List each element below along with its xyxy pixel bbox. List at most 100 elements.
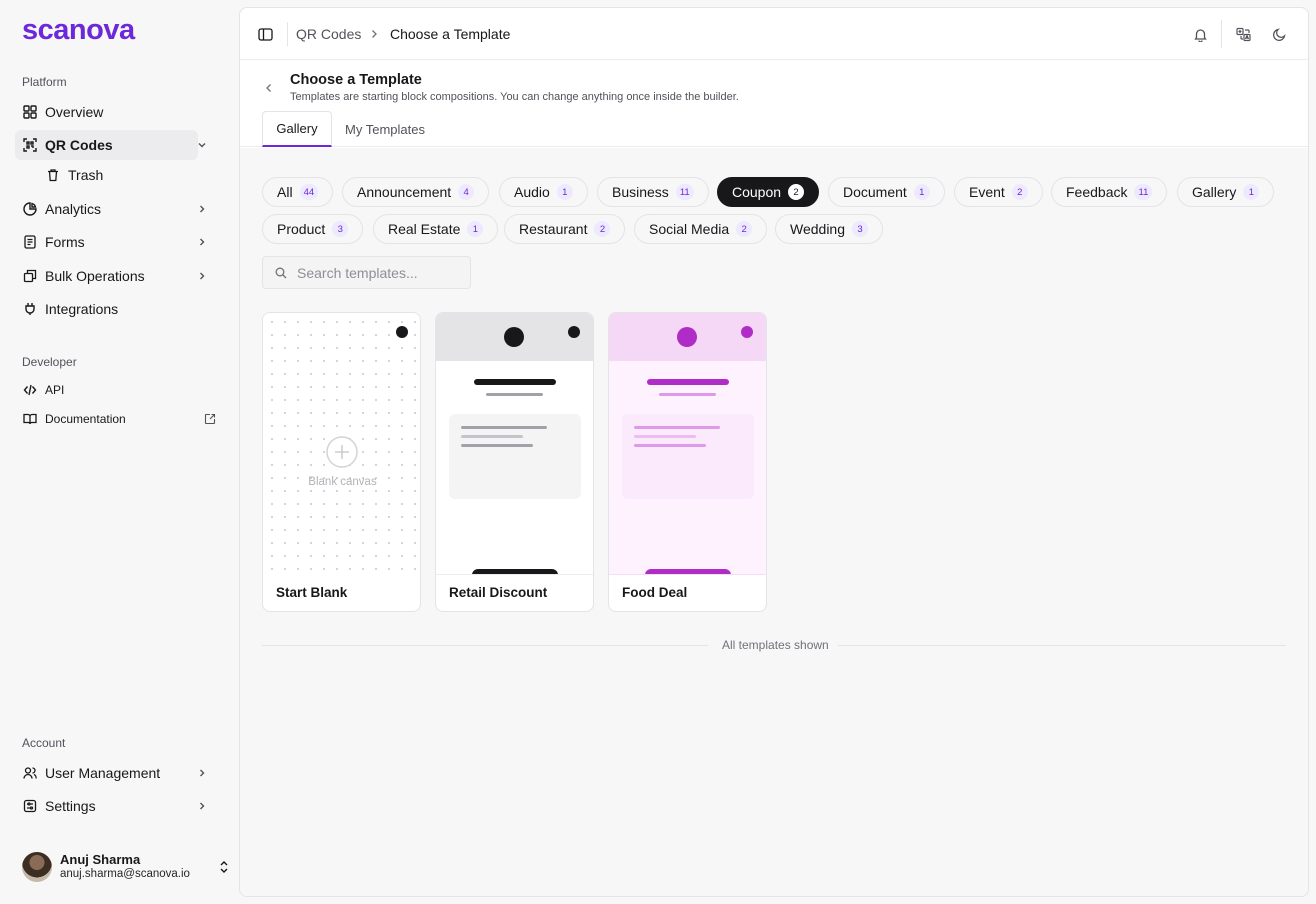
- template-name: Start Blank: [276, 585, 348, 600]
- count-badge: 2: [788, 184, 805, 200]
- search-icon: [275, 267, 287, 278]
- sidebar-item-overview[interactable]: Overview: [15, 97, 198, 127]
- filter-chip-restaurant[interactable]: Restaurant 2: [504, 214, 626, 244]
- filter-chip-feedback[interactable]: Feedback 11: [1051, 177, 1168, 207]
- template-card-start-blank[interactable]: Blank canvas Start Blank: [262, 312, 421, 612]
- bell-icon[interactable]: [1193, 27, 1208, 42]
- sidebar-item-qr-codes[interactable]: QR Codes: [15, 130, 206, 160]
- sidebar-item-label: Settings: [45, 798, 96, 814]
- sidebar-toggle-icon[interactable]: [258, 27, 273, 42]
- boxes-icon: [23, 269, 37, 283]
- user-email: anuj.sharma@scanova.io: [60, 868, 190, 880]
- count-badge: 11: [675, 184, 694, 200]
- form-icon: [23, 235, 37, 249]
- page-subtitle: Templates are starting block composition…: [290, 91, 739, 103]
- sidebar-item-label: Documentation: [45, 412, 126, 426]
- count-badge: 2: [736, 221, 753, 237]
- sidebar-item-label: QR Codes: [45, 137, 113, 153]
- search-field[interactable]: [262, 256, 471, 289]
- chevrons-up-down-icon[interactable]: [218, 860, 230, 874]
- divider: [1221, 20, 1222, 48]
- count-badge: 1: [1243, 184, 1260, 200]
- sidebar-item-settings[interactable]: Settings: [15, 791, 205, 821]
- divider: [838, 645, 1286, 646]
- sidebar-item-forms[interactable]: Forms: [15, 227, 205, 257]
- back-icon[interactable]: [262, 81, 276, 95]
- template-name: Food Deal: [622, 585, 688, 600]
- count-badge: 11: [1134, 184, 1153, 200]
- page-title: Choose a Template: [290, 72, 422, 88]
- breadcrumb-link[interactable]: QR Codes: [296, 26, 361, 42]
- filter-chip-product[interactable]: Product 3: [262, 214, 364, 244]
- tab-gallery[interactable]: Gallery: [262, 111, 332, 147]
- tab-my-templates[interactable]: My Templates: [336, 111, 434, 147]
- developer-section-label: Developer: [22, 355, 77, 369]
- count-badge: 44: [299, 184, 319, 200]
- sidebar-item-documentation[interactable]: Documentation: [15, 406, 216, 432]
- breadcrumb-current: Choose a Template: [390, 26, 511, 42]
- color-dot: [396, 326, 408, 338]
- chart-icon: [23, 202, 37, 216]
- template-preview: [436, 313, 593, 575]
- sidebar-item-api[interactable]: API: [15, 377, 198, 403]
- sidebar-item-user-management[interactable]: User Management: [15, 758, 205, 788]
- sidebar-item-bulk-operations[interactable]: Bulk Operations: [15, 261, 205, 291]
- search-input[interactable]: [297, 264, 457, 281]
- main-panel: QR Codes Choose a Template Choose a Temp…: [239, 7, 1309, 897]
- template-preview: [609, 313, 766, 575]
- count-badge: 1: [556, 184, 573, 200]
- chevron-right-icon[interactable]: [196, 800, 208, 812]
- template-preview: Blank canvas: [263, 313, 420, 575]
- filter-chip-document[interactable]: Document 1: [828, 177, 945, 207]
- sidebar-item-trash[interactable]: Trash: [38, 160, 198, 190]
- chevron-right-icon[interactable]: [196, 767, 208, 779]
- filter-chip-all[interactable]: All 44: [262, 177, 334, 207]
- filter-chip-announcement[interactable]: Announcement 4: [342, 177, 490, 207]
- filter-chip-real-estate[interactable]: Real Estate 1: [373, 214, 499, 244]
- template-card-retail-discount[interactable]: Retail Discount: [435, 312, 594, 612]
- account-section-label: Account: [22, 736, 66, 750]
- scanova-logo[interactable]: scanova: [22, 17, 162, 43]
- filter-chip-coupon[interactable]: Coupon 2: [717, 177, 820, 207]
- chevron-down-icon[interactable]: [196, 139, 208, 151]
- count-badge: 4: [458, 184, 475, 200]
- user-menu[interactable]: Anuj Sharma anuj.sharma@scanova.io: [22, 851, 228, 883]
- end-of-list-text: All templates shown: [722, 638, 829, 652]
- sidebar-item-label: API: [45, 383, 65, 397]
- filter-chip-business[interactable]: Business 11: [597, 177, 709, 207]
- filter-chip-wedding[interactable]: Wedding 3: [775, 214, 884, 244]
- sidebar-item-label: Overview: [45, 104, 104, 120]
- template-gallery: All 44 Announcement 4 Audio 1 Business 11 Co…: [240, 148, 1308, 896]
- settings-icon: [23, 799, 37, 813]
- sidebar-item-integrations[interactable]: Integrations: [15, 294, 198, 324]
- count-badge: 3: [852, 221, 869, 237]
- logo-text: scanova: [22, 17, 136, 43]
- grid-icon: [23, 105, 37, 119]
- count-badge: 3: [332, 221, 349, 237]
- filter-chip-audio[interactable]: Audio 1: [499, 177, 588, 207]
- sidebar: scanova Platform Overview QR Codes Trash…: [0, 0, 238, 904]
- sidebar-item-label: Bulk Operations: [45, 268, 145, 284]
- divider: [287, 22, 288, 46]
- plug-icon: [23, 302, 37, 316]
- sidebar-item-analytics[interactable]: Analytics: [15, 194, 205, 224]
- external-link-icon[interactable]: [204, 413, 216, 425]
- book-icon: [23, 412, 37, 426]
- filter-chip-social-media[interactable]: Social Media 2: [634, 214, 768, 244]
- language-icon[interactable]: [1236, 27, 1251, 42]
- template-card-food-deal[interactable]: Food Deal: [608, 312, 767, 612]
- avatar: [22, 852, 52, 882]
- moon-icon[interactable]: [1272, 27, 1287, 42]
- chevron-right-icon[interactable]: [196, 236, 208, 248]
- chevron-right-icon[interactable]: [196, 203, 208, 215]
- chevron-right-icon[interactable]: [196, 270, 208, 282]
- count-badge: 2: [1011, 184, 1028, 200]
- sidebar-item-label: Trash: [68, 167, 104, 183]
- blank-canvas-label: Blank canvas: [308, 476, 377, 488]
- sidebar-item-label: Forms: [45, 234, 85, 250]
- sidebar-item-label: Integrations: [45, 301, 119, 317]
- filter-chip-event[interactable]: Event 2: [954, 177, 1043, 207]
- filter-chip-gallery[interactable]: Gallery 1: [1177, 177, 1275, 207]
- template-name: Retail Discount: [449, 585, 548, 600]
- count-badge: 1: [913, 184, 930, 200]
